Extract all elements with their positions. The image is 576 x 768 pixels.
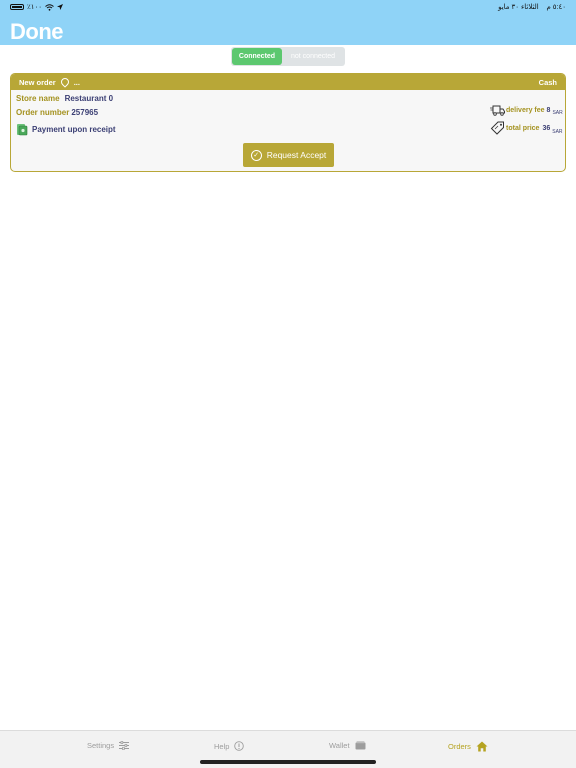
- price-tag-icon: [490, 121, 504, 135]
- order-card[interactable]: New order ... Cash Store name Restaurant…: [10, 73, 566, 172]
- battery-level: ٪١٠٠: [27, 4, 43, 11]
- tab-wallet-label: Wallet: [329, 741, 350, 750]
- delivery-fee-currency: SAR: [552, 110, 563, 116]
- sliders-icon: [119, 741, 130, 750]
- order-number-value: 257965: [71, 108, 99, 117]
- payment-type-label: Cash: [538, 77, 557, 87]
- order-number-row: Order number 257965: [16, 108, 98, 117]
- status-left: ٪١٠٠: [10, 3, 64, 11]
- location-pin-icon: [59, 76, 71, 88]
- connection-toggle[interactable]: Connected not connected: [231, 47, 345, 66]
- store-name-label: Store name: [16, 94, 60, 103]
- tab-help[interactable]: Help: [214, 741, 245, 751]
- tab-help-label: Help: [214, 741, 230, 751]
- request-accept-button[interactable]: ✓ Request Accept: [243, 143, 334, 167]
- location-arrow-icon: [57, 4, 64, 10]
- info-icon: [234, 741, 245, 751]
- delivery-fee-row: delivery fee 8 SAR: [490, 105, 563, 116]
- home-indicator: [200, 760, 376, 764]
- delivery-fee-value: 8: [546, 107, 551, 114]
- status-time: ٥:٤٠ م: [546, 4, 566, 11]
- delivery-truck-icon: [490, 105, 505, 116]
- tab-settings[interactable]: Settings: [87, 741, 130, 750]
- home-icon: [476, 741, 488, 752]
- request-accept-label: Request Accept: [266, 150, 327, 160]
- status-bar: ٪١٠٠ ٥:٤٠ م الثلاثاء ٣٠ مايو: [0, 0, 576, 14]
- app-logo: Done: [10, 19, 64, 44]
- not-connected-option[interactable]: not connected: [282, 48, 344, 65]
- delivery-fee-label: delivery fee: [506, 107, 545, 114]
- total-price-row: total price 36 SAR: [490, 121, 563, 135]
- order-card-header: New order ... Cash: [11, 74, 565, 90]
- wifi-icon: [45, 3, 54, 11]
- store-name-value: Restaurant 0: [64, 94, 114, 103]
- order-number-label: Order number: [16, 108, 70, 117]
- new-order-label: New order: [19, 77, 56, 87]
- payment-method-row: Payment upon receipt: [16, 123, 116, 136]
- status-right: ٥:٤٠ م الثلاثاء ٣٠ مايو: [498, 3, 566, 11]
- store-row: Store name Restaurant 0: [16, 94, 113, 103]
- connected-option[interactable]: Connected: [232, 48, 282, 65]
- status-date: الثلاثاء ٣٠ مايو: [498, 4, 539, 11]
- wallet-icon: [355, 741, 366, 750]
- payment-method-label: Payment upon receipt: [32, 125, 116, 134]
- check-circle-icon: ✓: [250, 149, 262, 161]
- app-header: ٪١٠٠ ٥:٤٠ م الثلاثاء ٣٠ مايو Done: [0, 0, 576, 45]
- tab-orders[interactable]: Orders: [448, 741, 488, 752]
- total-price-currency: SAR: [552, 129, 563, 135]
- tab-wallet[interactable]: Wallet: [329, 741, 366, 750]
- total-price-label: total price: [506, 124, 540, 132]
- total-price-value: 36: [542, 124, 551, 132]
- tab-settings-label: Settings: [87, 741, 115, 750]
- order-header-extra: ...: [73, 77, 80, 87]
- money-icon: [17, 124, 28, 136]
- tab-orders-label: Orders: [448, 742, 471, 751]
- battery-icon: [10, 4, 24, 10]
